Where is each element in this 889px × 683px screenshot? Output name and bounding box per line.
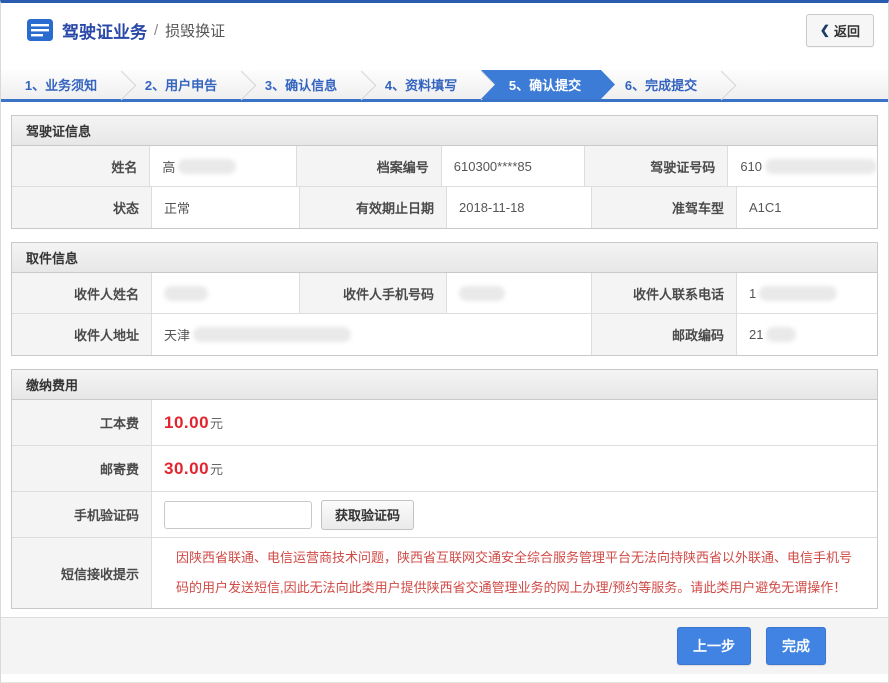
back-button[interactable]: ❮ 返回 [806,14,874,47]
redacted-blur [459,286,505,301]
postage-fee-label: 邮寄费 [12,446,152,491]
sms-code-input[interactable] [164,501,312,529]
step-label: 2、用户申告 [145,75,217,94]
production-fee-unit: 元 [210,413,223,432]
postal-code-value: 21 [737,314,877,355]
sms-code-cell: 获取验证码 [152,492,877,537]
step-label: 1、业务须知 [25,75,97,94]
table-row: 工本费 10.00 元 [12,400,877,446]
sms-notice-label: 短信接收提示 [12,538,152,608]
valid-until-label: 有效期止日期 [300,187,447,228]
step-label: 5、确认提交 [501,75,581,94]
license-no-value-text: 610 [740,159,762,174]
table-row: 姓名 高 档案编号 610300****85 驾驶证号码 610 [12,146,877,187]
license-no-value: 610 [728,146,877,186]
fees-section: 缴纳费用 工本费 10.00 元 邮寄费 30.00 元 手机验证码 获取验证码… [11,369,878,609]
production-fee-label: 工本费 [12,400,152,445]
file-no-label: 档案编号 [297,146,442,186]
step-2-user-declaration: 2、用户申告 [121,70,241,99]
status-label: 状态 [12,187,152,228]
breadcrumb-separator: / [154,22,158,39]
recipient-address-value-text: 天津 [164,325,190,344]
step-label: 4、资料填写 [385,75,457,94]
footer-actions: 上一步 完成 [1,617,888,674]
table-row: 短信接收提示 因陕西省联通、电信运营商技术问题，陕西省互联网交通安全综合服务管理… [12,538,877,608]
finish-button[interactable]: 完成 [766,627,826,665]
recipient-phone-label: 收件人联系电话 [592,273,737,313]
postage-fee-unit: 元 [210,459,223,478]
step-6-complete-submit: 6、完成提交 [601,70,721,99]
production-fee-amount: 10.00 [164,413,209,433]
page-header: 驾驶证业务 / 损毁换证 ❮ 返回 [1,3,888,57]
table-row: 收件人姓名 收件人手机号码 收件人联系电话 1 [12,273,877,314]
sms-code-label: 手机验证码 [12,492,152,537]
wizard-steps: 1、业务须知 2、用户申告 3、确认信息 4、资料填写 5、确认提交 6、完成提… [1,70,888,102]
section-title-license: 驾驶证信息 [12,116,877,146]
breadcrumb-current: 损毁换证 [165,20,225,41]
recipient-phone-value-text: 1 [749,286,756,301]
redacted-blur [178,159,236,174]
recipient-name-label: 收件人姓名 [12,273,152,313]
redacted-blur [164,286,208,301]
redacted-blur [193,327,351,342]
sms-notice-cell: 因陕西省联通、电信运营商技术问题，陕西省互联网交通安全综合服务管理平台无法向持陕… [152,538,877,608]
step-3-confirm-info: 3、确认信息 [241,70,361,99]
vehicle-class-value: A1C1 [737,187,877,228]
name-label: 姓名 [12,146,150,186]
step-4-fill-data: 4、资料填写 [361,70,481,99]
status-value: 正常 [152,187,300,228]
license-service-page: 驾驶证业务 / 损毁换证 ❮ 返回 1、业务须知 2、用户申告 3、确认信息 4… [0,0,889,683]
sms-notice-text: 因陕西省联通、电信运营商技术问题，陕西省互联网交通安全综合服务管理平台无法向持陕… [164,538,877,608]
redacted-blur [759,286,837,301]
recipient-name-value [152,273,300,313]
vehicle-class-label: 准驾车型 [592,187,737,228]
postal-code-label: 邮政编码 [592,314,737,355]
valid-until-value: 2018-11-18 [447,187,592,228]
step-1-business-notes: 1、业务须知 [1,70,121,99]
pickup-info-section: 取件信息 收件人姓名 收件人手机号码 收件人联系电话 1 收件人地址 天津 邮政… [11,242,878,356]
license-card-icon [27,19,53,41]
section-title-pickup: 取件信息 [12,243,877,273]
production-fee-value: 10.00 元 [152,400,877,445]
postage-fee-amount: 30.00 [164,459,209,479]
file-no-value: 610300****85 [442,146,585,186]
postage-fee-value: 30.00 元 [152,446,877,491]
name-value: 高 [150,146,296,186]
table-row: 状态 正常 有效期止日期 2018-11-18 准驾车型 A1C1 [12,187,877,228]
license-info-section: 驾驶证信息 姓名 高 档案编号 610300****85 驾驶证号码 610 状… [11,115,878,229]
table-row: 手机验证码 获取验证码 [12,492,877,538]
page-title: 驾驶证业务 [62,18,147,43]
recipient-address-label: 收件人地址 [12,314,152,355]
step-5-confirm-submit-active: 5、确认提交 [481,70,601,99]
previous-step-button[interactable]: 上一步 [677,627,751,665]
redacted-blur [766,327,796,342]
chevron-left-icon: ❮ [820,23,830,37]
back-button-label: 返回 [834,21,860,40]
license-no-label: 驾驶证号码 [585,146,728,186]
table-row: 邮寄费 30.00 元 [12,446,877,492]
table-row: 收件人地址 天津 邮政编码 21 [12,314,877,355]
get-sms-code-button[interactable]: 获取验证码 [321,500,414,530]
step-label: 6、完成提交 [625,75,697,94]
recipient-mobile-value [447,273,592,313]
step-label: 3、确认信息 [265,75,337,94]
redacted-blur [765,159,877,174]
recipient-mobile-label: 收件人手机号码 [300,273,447,313]
recipient-phone-value: 1 [737,273,877,313]
postal-code-value-text: 21 [749,327,763,342]
section-title-fees: 缴纳费用 [12,370,877,400]
recipient-address-value: 天津 [152,314,592,355]
steps-filler [721,70,888,99]
name-value-text: 高 [162,157,175,176]
